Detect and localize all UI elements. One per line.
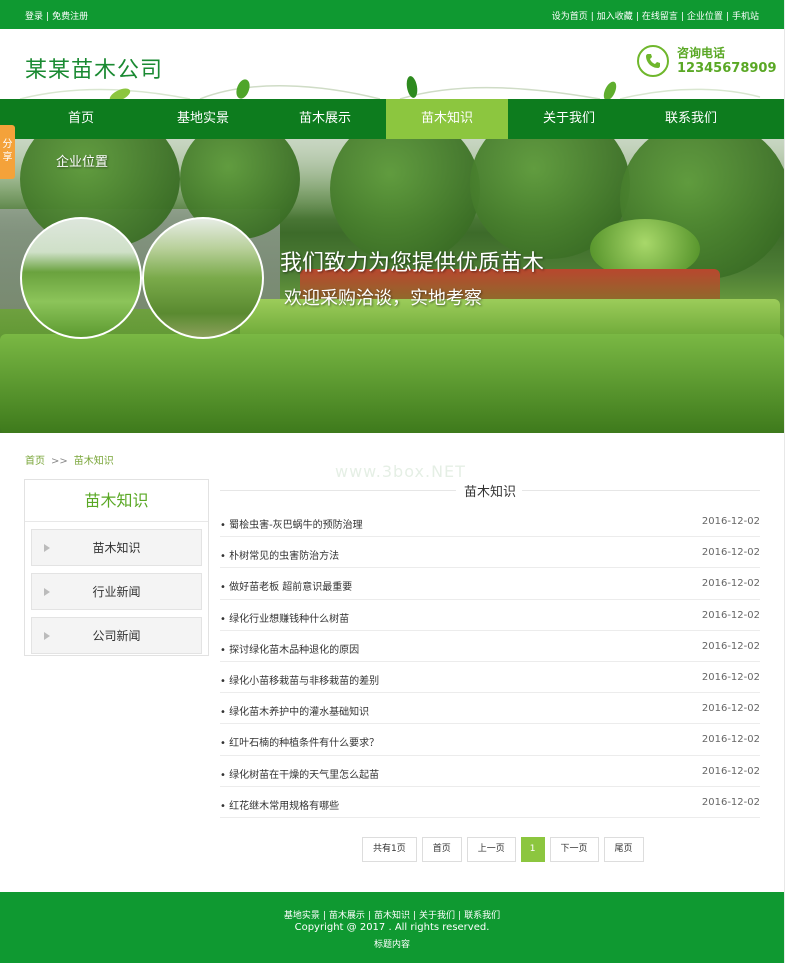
article-date: 2016-12-02 [701, 734, 760, 746]
article-title[interactable]: • 绿化树苗在干燥的天气里怎么起苗 [220, 766, 379, 781]
article-title[interactable]: • 探讨绿化苗木品种退化的原因 [220, 641, 359, 656]
top-bar-left: 登录 | 免费注册 [25, 12, 89, 22]
article-date: 2016-12-02 [701, 703, 760, 715]
copyright: Copyright @ 2017 . All rights reserved. [294, 922, 490, 933]
last-page-button[interactable]: 尾页 [603, 837, 644, 862]
page-right-strip [784, 0, 800, 963]
list-item[interactable]: • 绿化行业想赚钱种什么树苗 2016-12-02 [220, 600, 760, 631]
sidebar-item-label: 公司新闻 [92, 629, 141, 643]
article-title[interactable]: • 红叶石楠的种植条件有什么要求？ [220, 734, 379, 749]
breadcrumb-separator: >> [51, 456, 68, 467]
page-total: 共有1页 [362, 837, 417, 862]
first-page-button[interactable]: 首页 [421, 837, 462, 862]
list-item[interactable]: • 蜀桧虫害-灰巴蜗牛的预防治理 2016-12-02 [220, 506, 760, 538]
sidebar-item-company-news[interactable]: 公司新闻 [31, 617, 202, 654]
list-item[interactable]: • 绿化树苗在干燥的天气里怎么起苗 2016-12-02 [220, 756, 760, 787]
footer-link-base[interactable]: 基地实景 [281, 911, 323, 921]
sidebar: 苗木知识 苗木知识 行业新闻 公司新闻 [24, 479, 209, 656]
phone-label: 咨询电话 [677, 46, 726, 60]
breadcrumb-home[interactable]: 首页 [25, 456, 45, 467]
triangle-right-icon [44, 632, 50, 640]
article-title[interactable]: • 绿化小苗移栽苗与非移栽苗的差别 [220, 672, 379, 687]
sidebar-title: 苗木知识 [25, 480, 208, 522]
article-date: 2016-12-02 [701, 671, 760, 683]
footer: 基地实景 | 苗木展示 | 苗木知识 | 关于我们 | 联系我们 Copyright @ 201… [0, 892, 784, 963]
banner-subtitle: 欢迎采购洽谈，实地考察 [284, 288, 482, 309]
sidebar-item-industry-news[interactable]: 行业新闻 [31, 573, 202, 610]
footer-link-contact[interactable]: 联系我们 [461, 911, 503, 921]
article-date: 2016-12-02 [701, 609, 760, 621]
footer-subtitle: 标题内容 [373, 940, 410, 950]
current-page-button[interactable]: 1 [520, 837, 545, 862]
nav-item-knowledge[interactable]: 苗木知识 [386, 99, 508, 139]
footer-link-showcase[interactable]: 苗木展示 [326, 911, 368, 921]
article-date: 2016-12-02 [701, 547, 760, 559]
article-date: 2016-12-02 [701, 640, 760, 652]
next-page-button[interactable]: 下一页 [549, 837, 599, 862]
article-date: 2016-12-02 [701, 796, 760, 808]
banner-location-label: 企业位置 [56, 155, 109, 170]
sidebar-item-label: 行业新闻 [92, 585, 141, 599]
header: 某某苗木公司 咨询电话 12345678909 [0, 29, 784, 99]
login-link[interactable]: 登录 [25, 12, 43, 22]
set-homepage-link[interactable]: 设为首页 [552, 12, 588, 22]
nav-item-base[interactable]: 基地实景 [142, 99, 264, 139]
watermark: www.3box.NET [335, 462, 466, 481]
list-item[interactable]: • 绿化苗木养护中的灌水基础知识 2016-12-02 [220, 693, 760, 725]
breadcrumb-current[interactable]: 苗木知识 [74, 456, 114, 467]
article-date: 2016-12-02 [701, 765, 760, 777]
company-logo[interactable]: 某某苗木公司 [25, 52, 163, 84]
article-list: • 蜀桧虫害-灰巴蜗牛的预防治理 2016-12-02 • 朴树常见的虫害防治方… [220, 506, 760, 818]
list-item[interactable]: • 绿化小苗移栽苗与非移栽苗的差别 2016-12-02 [220, 662, 760, 694]
nav-item-contact[interactable]: 联系我们 [630, 99, 752, 139]
article-date: 2016-12-02 [701, 578, 760, 590]
sidebar-item-label: 苗木知识 [92, 541, 141, 555]
banner-circle-photo-field [20, 217, 142, 339]
sidebar-item-knowledge[interactable]: 苗木知识 [31, 529, 202, 566]
article-title[interactable]: • 绿化行业想赚钱种什么树苗 [220, 610, 349, 625]
article-title[interactable]: • 绿化苗木养护中的灌水基础知识 [220, 703, 369, 718]
banner-circle-photo-willow [142, 217, 264, 339]
article-title[interactable]: • 朴树常见的虫害防治方法 [220, 547, 339, 562]
breadcrumb: 首页 >> 苗木知识 [25, 452, 114, 467]
list-item[interactable]: • 探讨绿化苗木品种退化的原因 2016-12-02 [220, 631, 760, 662]
share-tab[interactable]: 分享 [0, 125, 15, 179]
list-item[interactable]: • 红叶石楠的种植条件有什么要求？ 2016-12-02 [220, 724, 760, 756]
list-item[interactable]: • 朴树常见的虫害防治方法 2016-12-02 [220, 537, 760, 569]
pagination: 共有1页 首页 上一页 1 下一页 尾页 [362, 837, 644, 862]
online-message-link[interactable]: 在线留言 [642, 12, 678, 22]
list-item[interactable]: • 做好苗老板 超前意识最重要 2016-12-02 [220, 568, 760, 600]
list-item[interactable]: • 红花继木常用规格有哪些 2016-12-02 [220, 787, 760, 818]
triangle-right-icon [44, 588, 50, 596]
article-title[interactable]: • 红花继木常用规格有哪些 [220, 797, 339, 812]
article-title[interactable]: • 做好苗老板 超前意识最重要 [220, 578, 352, 593]
main-nav: 首页 基地实景 苗木展示 苗木知识 关于我们 联系我们 [0, 99, 784, 139]
company-location-link[interactable]: 企业位置 [687, 12, 723, 22]
add-favorite-link[interactable]: 加入收藏 [597, 12, 633, 22]
register-link[interactable]: 免费注册 [52, 12, 88, 22]
phone-number: 12345678909 [677, 61, 777, 76]
section-title: 苗木知识 [463, 485, 516, 500]
nav-item-about[interactable]: 关于我们 [508, 99, 630, 139]
top-bar-right: 设为首页 | 加入收藏 | 在线留言 | 企业位置 | 手机站 [551, 12, 759, 22]
top-bar: 登录 | 免费注册 设为首页 | 加入收藏 | 在线留言 | 企业位置 | 手机站 [0, 0, 784, 29]
triangle-right-icon [44, 544, 50, 552]
mobile-site-link[interactable]: 手机站 [732, 12, 759, 22]
hero-banner: 企业位置 我们致力为您提供优质苗木 欢迎采购洽谈，实地考察 [0, 139, 784, 433]
article-date: 2016-12-02 [701, 516, 760, 527]
nav-item-showcase[interactable]: 苗木展示 [264, 99, 386, 139]
footer-links: 基地实景 | 苗木展示 | 苗木知识 | 关于我们 | 联系我们 [0, 908, 784, 921]
footer-link-about[interactable]: 关于我们 [416, 911, 458, 921]
banner-title: 我们致力为您提供优质苗木 [280, 251, 545, 276]
prev-page-button[interactable]: 上一页 [466, 837, 516, 862]
footer-link-knowledge[interactable]: 苗木知识 [371, 911, 413, 921]
banner-hedge [0, 334, 784, 433]
phone-icon [637, 45, 669, 77]
nav-item-home[interactable]: 首页 [20, 99, 142, 139]
article-title[interactable]: • 蜀桧虫害-灰巴蜗牛的预防治理 [220, 516, 363, 531]
